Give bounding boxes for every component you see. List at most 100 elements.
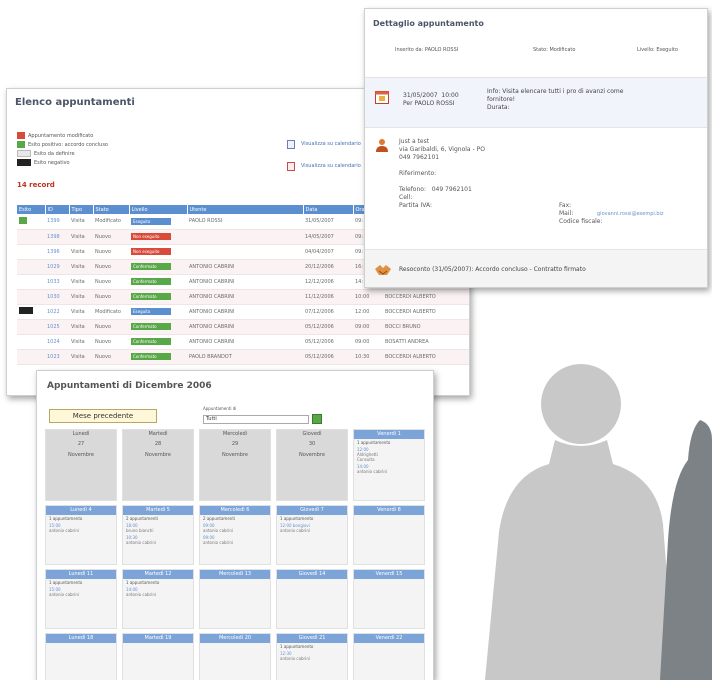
calendar-event[interactable]: 15:00 antonio cabrini [46, 522, 116, 534]
month-name: Novembre [68, 452, 94, 458]
calendar-event[interactable]: 12:00 Aldrighetti Consulta [354, 446, 424, 463]
filter-select[interactable]: Tutti [203, 415, 309, 424]
day-header[interactable]: Giovedì 21 [277, 634, 347, 643]
calendar-day-cell[interactable]: Lunedì 41 appuntamento 15:00 antonio cabri… [45, 505, 117, 565]
id-cell[interactable]: 1029 [45, 259, 69, 275]
day-header[interactable]: Mercoledì [200, 430, 270, 439]
day-header[interactable]: Mercoledì 13 [200, 570, 270, 579]
id-cell[interactable]: 1399 [45, 214, 69, 230]
calendar-day-cell[interactable]: Venerdì 11 appuntamento 12:00 Aldrighetti … [353, 429, 425, 501]
calendar-event[interactable]: 14:00 antonio cabrini [354, 463, 424, 475]
calendar-day-cell[interactable]: Martedì 19 [122, 633, 194, 680]
id-cell[interactable]: 1023 [45, 349, 69, 365]
calendar-event[interactable]: 12:30 antonio cabrini [277, 650, 347, 662]
day-header[interactable]: Lunedì 18 [46, 634, 116, 643]
calendar-day-cell[interactable]: Mercoledì 20 [199, 633, 271, 680]
day-header[interactable]: Martedì 19 [123, 634, 193, 643]
calendar-event[interactable]: 12:00 bongiovi antonio cabrini [277, 522, 347, 534]
day-header[interactable]: Lunedì 4 [46, 506, 116, 515]
type-cell: Visita [69, 244, 93, 260]
day-header[interactable]: Mercoledì 6 [200, 506, 270, 515]
state-cell: Nuovo [93, 319, 129, 335]
calendar-event[interactable]: 14:00 antonio cabrini [123, 586, 193, 598]
calendar-event[interactable]: 15:00 antonio cabrini [46, 586, 116, 598]
appointment-count: 1 appuntamento [357, 440, 391, 445]
time-cell: 10:00 [353, 289, 383, 305]
day-header[interactable]: Martedì 12 [123, 570, 193, 579]
user-cell: ANTONIO CABRINI [187, 259, 303, 275]
column-header[interactable]: ID [45, 205, 70, 214]
calendar-event[interactable]: 18:00 bruno bianchi [123, 522, 193, 534]
calendar-day-cell[interactable]: Venerdì 22 [353, 633, 425, 680]
id-cell[interactable]: 1022 [45, 304, 69, 320]
column-header[interactable]: Stato [93, 205, 130, 214]
calendar-event[interactable]: 09:00 antonio cabrini [200, 534, 270, 546]
level-badge: Non eseguito [131, 248, 171, 255]
calendar-day-cell[interactable]: Martedì 28 Novembre [122, 429, 194, 501]
email-link[interactable]: giovanni.rossi@esempi.biz [597, 210, 664, 218]
calendar-day-cell[interactable]: Mercoledì 29 Novembre [199, 429, 271, 501]
level-cell: Confermato [129, 259, 187, 275]
table-row[interactable]: 1030 Visita Nuovo Confermato ANTONIO CABRINI… [17, 289, 469, 305]
id-cell[interactable]: 1033 [45, 274, 69, 290]
id-cell[interactable]: 1024 [45, 334, 69, 350]
calendar-day-cell[interactable]: Mercoledì 13 [199, 569, 271, 629]
column-header[interactable]: Livello [129, 205, 188, 214]
calendar-day-cell[interactable]: Lunedì 18 [45, 633, 117, 680]
column-header[interactable]: Tipo [69, 205, 94, 214]
user-cell: ANTONIO CABRINI [187, 274, 303, 290]
day-header[interactable]: Venerdì 8 [354, 506, 424, 515]
table-row[interactable]: 1025 Visita Nuovo Confermato ANTONIO CABRINI… [17, 319, 469, 335]
level-cell: Confermato [129, 274, 187, 290]
day-header[interactable]: Venerdì 22 [354, 634, 424, 643]
contact-extra: Fax: Mail: Codice fiscale: [559, 202, 603, 225]
calendar-day-cell[interactable]: Lunedì 27 Novembre [45, 429, 117, 501]
column-header[interactable]: Utente [187, 205, 304, 214]
day-header[interactable]: Giovedì 7 [277, 506, 347, 515]
table-row[interactable]: 1023 Visita Nuovo Confermato PAOLO BRANDOT 05… [17, 349, 469, 365]
calendar-day-cell[interactable]: Giovedì 14 [276, 569, 348, 629]
day-header[interactable]: Giovedì 14 [277, 570, 347, 579]
contact-details: Just a test via Garibaldi, 6, Vignola - … [399, 138, 485, 209]
day-header[interactable]: Martedì 5 [123, 506, 193, 515]
state-cell: Modificato [93, 304, 129, 320]
calendar-day-cell[interactable]: Lunedì 11 1 appuntamento 15:00 antonio cabr… [45, 569, 117, 629]
id-cell[interactable]: 1398 [45, 229, 69, 245]
calendar-day-cell[interactable]: Martedì 52 appuntamenti 18:00 bruno bianch… [122, 505, 194, 565]
calendar-day-cell[interactable]: Giovedì 30 Novembre [276, 429, 348, 501]
filter-go-button[interactable] [312, 414, 322, 424]
day-header[interactable]: Lunedì [46, 430, 116, 439]
table-row[interactable]: 1024 Visita Nuovo Confermato ANTONIO CABRINI… [17, 334, 469, 350]
calendar-day-cell[interactable]: Venerdì 15 [353, 569, 425, 629]
calendar-day-cell[interactable]: Giovedì 71 appuntamento 12:00 bongiovi ant… [276, 505, 348, 565]
day-header[interactable]: Mercoledì 20 [200, 634, 270, 643]
calendar-day-cell[interactable]: Venerdì 8 [353, 505, 425, 565]
calendar-day-cell[interactable]: Martedì 12 1 appuntamento 14:00 antonio cab… [122, 569, 194, 629]
id-cell[interactable]: 1396 [45, 244, 69, 260]
calendar-event[interactable]: 09:00 antonio cabrini [200, 522, 270, 534]
id-cell[interactable]: 1030 [45, 289, 69, 305]
calendar-event[interactable]: 10:30 antonio cabrini [123, 534, 193, 546]
column-header[interactable]: Data [303, 205, 354, 214]
level-cell: Eseguito [129, 214, 187, 230]
day-number: 28 [154, 441, 162, 447]
day-header[interactable]: Venerdì 1 [354, 430, 424, 439]
calendar-day-cell[interactable]: Giovedì 21 1 appuntamento 12:30 antonio cab… [276, 633, 348, 680]
day-header[interactable]: Lunedì 11 [46, 570, 116, 579]
day-number: 29 [231, 441, 239, 447]
filter-label: Appuntamenti di [203, 406, 237, 411]
table-row[interactable]: 1022 Visita Modificato Eseguito ANTONIO CABR… [17, 304, 469, 320]
previous-month-button[interactable]: Mese precedente [49, 409, 157, 423]
view-calendar-link[interactable]: Visualizza su calendario [287, 155, 361, 177]
legend-item: Appuntamento modificato [17, 131, 108, 140]
appointment-result: Resoconto (31/05/2007): Accordo concluso… [365, 249, 707, 287]
appointment-detail-panel: Dettaglio appuntamento Inserito da: PAOL… [364, 8, 708, 288]
calendar-day-cell[interactable]: Mercoledì 62 appuntamenti 09:00 antonio ca… [199, 505, 271, 565]
day-header[interactable]: Venerdì 15 [354, 570, 424, 579]
level-cell: Non eseguito [129, 244, 187, 260]
id-cell[interactable]: 1025 [45, 319, 69, 335]
column-header[interactable]: Esito [17, 205, 46, 214]
view-calendar-link[interactable]: Visualizza su calendario [287, 133, 361, 155]
day-header[interactable]: Martedì [123, 430, 193, 439]
day-header[interactable]: Giovedì [277, 430, 347, 439]
